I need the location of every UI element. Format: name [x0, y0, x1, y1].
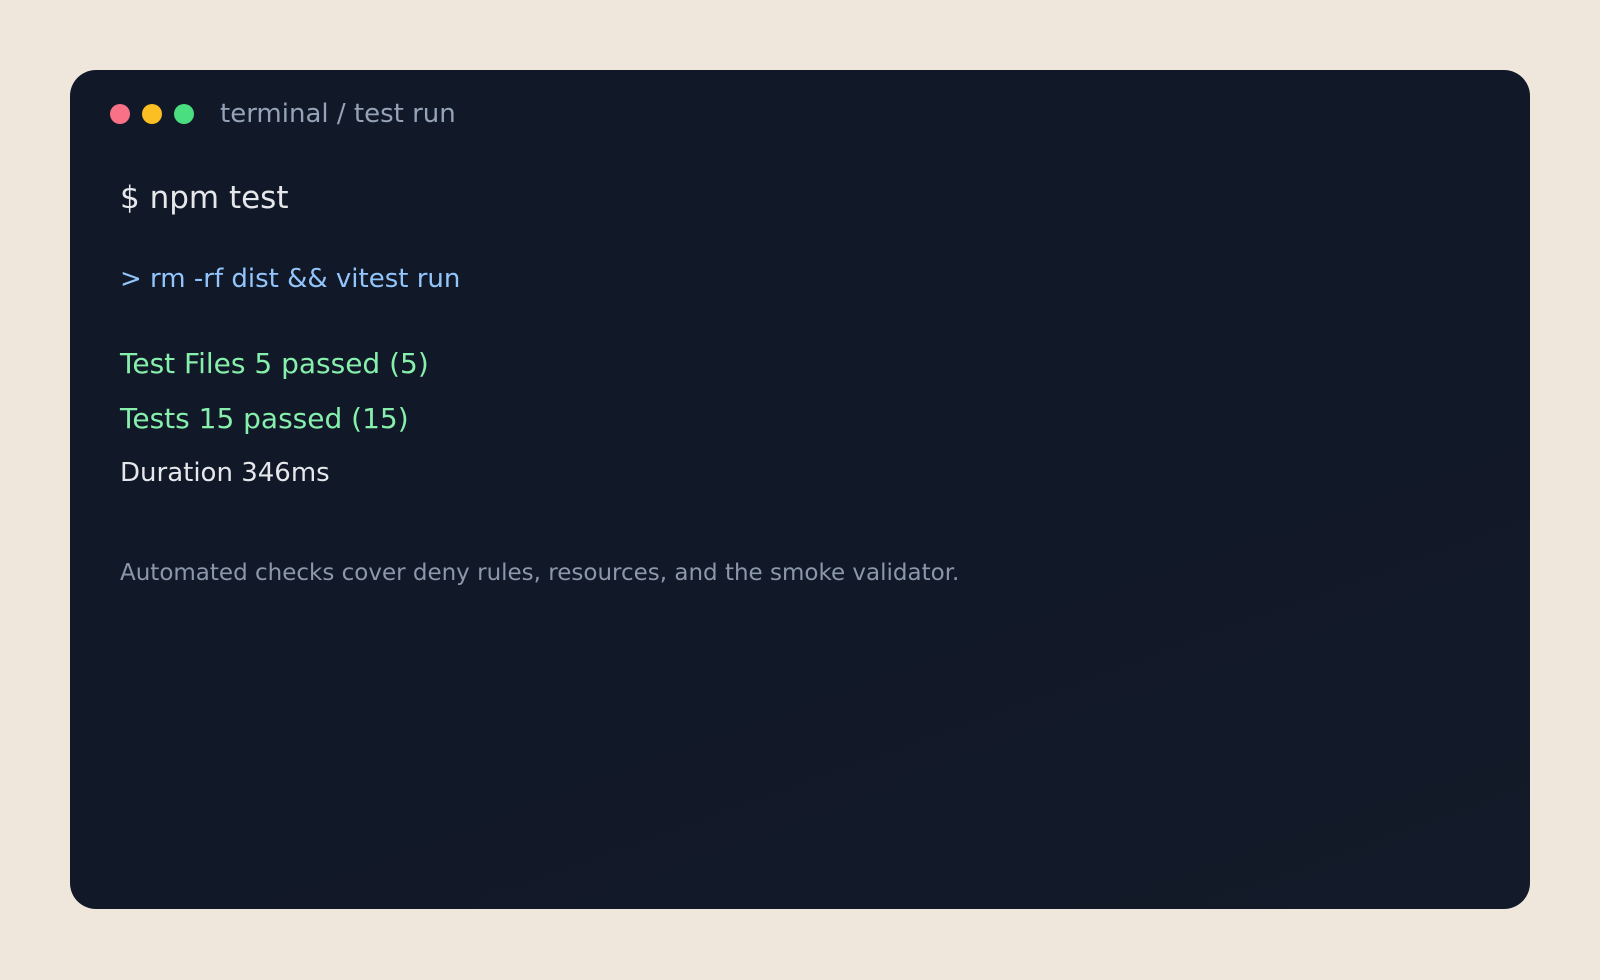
tests-result: Tests 15 passed (15)	[120, 402, 409, 435]
minimize-window-dot-icon[interactable]	[142, 104, 162, 124]
window-title: terminal / test run	[220, 99, 456, 129]
close-window-dot-icon[interactable]	[110, 104, 130, 124]
duration-result: Duration 346ms	[120, 458, 330, 488]
maximize-window-dot-icon[interactable]	[174, 104, 194, 124]
terminal-titlebar: terminal / test run	[110, 96, 456, 132]
summary-note: Automated checks cover deny rules, resou…	[120, 560, 960, 586]
command-line: $ npm test	[120, 180, 289, 216]
script-echo-line: > rm -rf dist && vitest run	[120, 264, 461, 294]
test-files-result: Test Files 5 passed (5)	[120, 347, 429, 380]
terminal-window: terminal / test run $ npm test > rm -rf …	[70, 70, 1530, 909]
